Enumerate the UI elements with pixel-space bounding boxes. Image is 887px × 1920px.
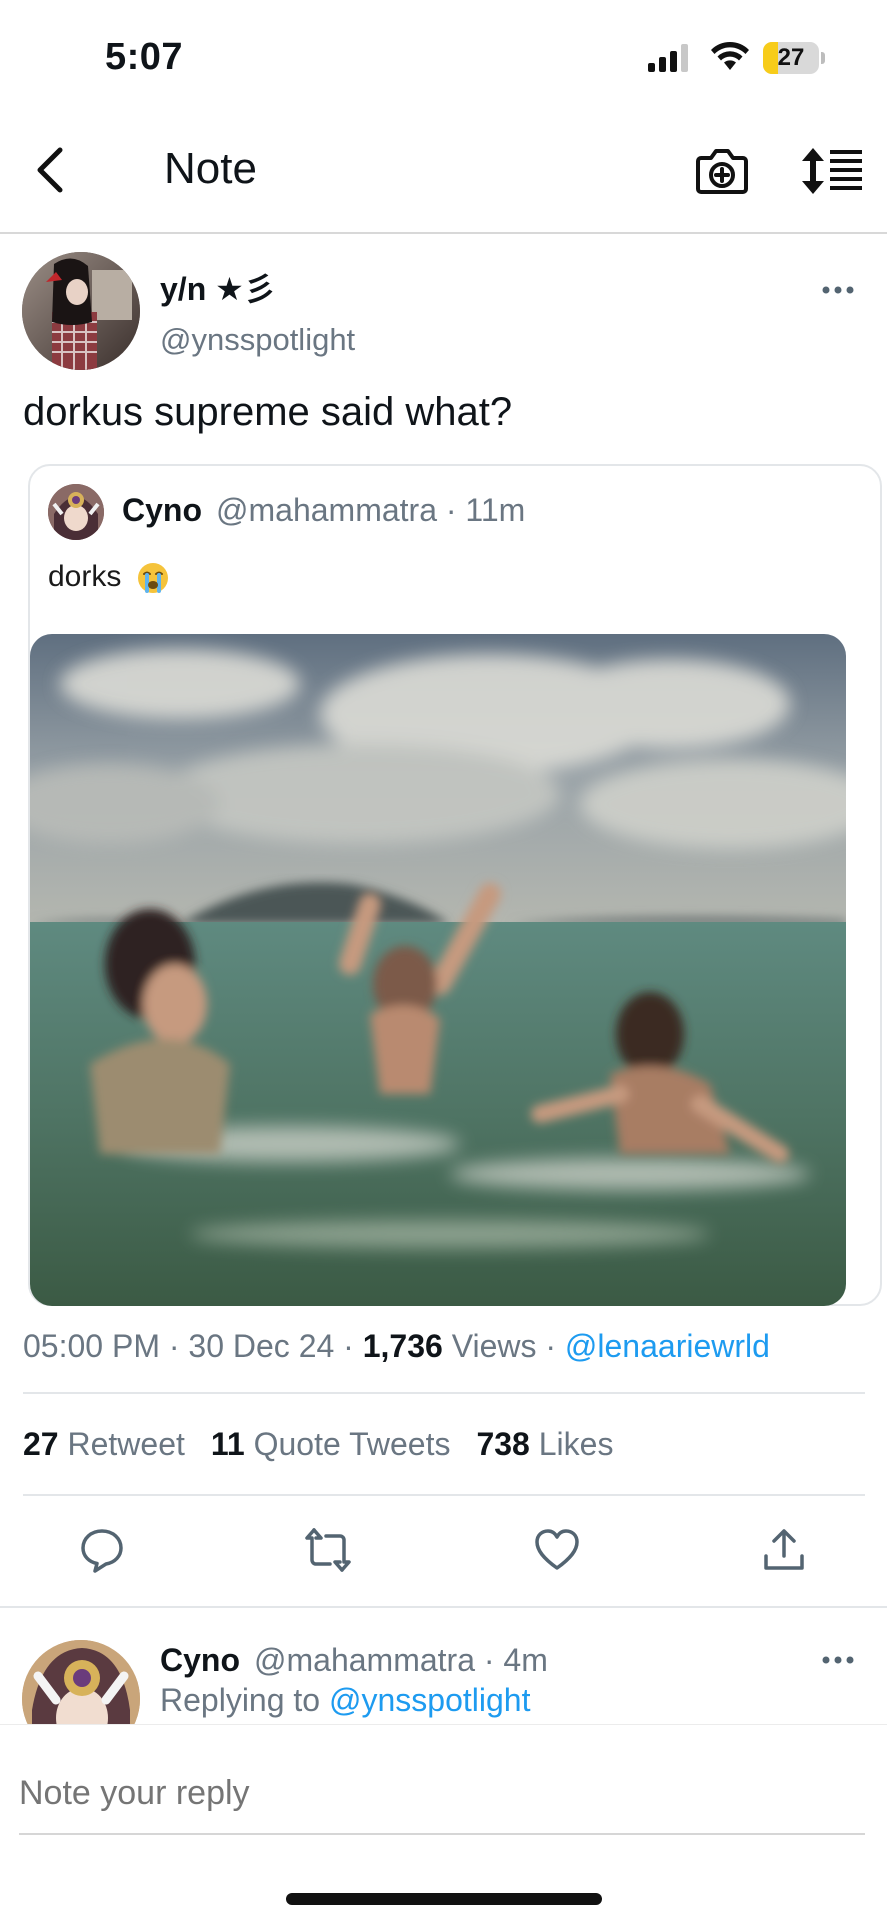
loudly-crying-face-icon xyxy=(137,563,168,594)
more-options-icon[interactable] xyxy=(818,1646,858,1674)
home-indicator[interactable] xyxy=(286,1893,602,1905)
quoted-text: dorks xyxy=(48,560,170,595)
divider xyxy=(23,1392,865,1394)
quoted-header: Cyno @mahammatra · 11m xyxy=(122,492,525,529)
camera-plus-icon[interactable] xyxy=(696,146,748,196)
quoted-photo[interactable] xyxy=(30,634,846,1306)
reply-composer xyxy=(0,1724,887,1920)
source-link[interactable]: @lenaariewrld xyxy=(565,1328,770,1364)
author-handle[interactable]: @ynsspotlight xyxy=(160,322,355,358)
avatar[interactable] xyxy=(22,252,140,370)
tweet-timestamp: 05:00 PM · 30 Dec 24 · xyxy=(23,1328,363,1364)
quoted-author-name[interactable]: Cyno xyxy=(122,492,202,528)
divider xyxy=(0,1606,887,1608)
status-bar: 5:07 27 xyxy=(0,0,887,110)
retweet-stat[interactable]: 27 Retweet xyxy=(23,1426,185,1462)
replying-to: Replying to @ynsspotlight xyxy=(160,1682,530,1719)
replying-to-label: Replying to xyxy=(160,1682,329,1718)
cellular-signal-icon xyxy=(648,44,688,72)
reply-header: Cyno @mahammatra · 4m xyxy=(160,1642,548,1679)
nav-bar: Note xyxy=(0,110,887,234)
quote-tweets-stat[interactable]: 11 Quote Tweets xyxy=(211,1426,451,1462)
reply-input[interactable] xyxy=(19,1765,865,1821)
quoted-tweet-card[interactable]: Cyno @mahammatra · 11m dorks xyxy=(28,464,882,1306)
quoted-text-body: dorks xyxy=(48,560,122,593)
likes-stat[interactable]: 738 Likes xyxy=(476,1426,613,1462)
page-title: Note xyxy=(164,144,257,193)
sort-list-icon[interactable] xyxy=(800,146,864,196)
tweet-stats: 27 Retweet 11 Quote Tweets 738 Likes xyxy=(23,1426,639,1463)
reply-author-name[interactable]: Cyno xyxy=(160,1642,240,1678)
quoted-avatar xyxy=(48,484,104,540)
more-options-icon[interactable] xyxy=(818,276,858,304)
tweet-text: dorkus supreme said what? xyxy=(23,390,513,434)
composer-underline xyxy=(19,1833,865,1835)
quoted-author-meta: @mahammatra · 11m xyxy=(216,492,526,528)
reply-author-meta: @mahammatra · 4m xyxy=(254,1642,548,1678)
replying-to-handle[interactable]: @ynsspotlight xyxy=(329,1682,530,1718)
chevron-left-icon[interactable] xyxy=(26,140,76,200)
retweet-icon[interactable] xyxy=(304,1526,352,1574)
tweet-meta: 05:00 PM · 30 Dec 24 · 1,736 Views · @le… xyxy=(23,1328,770,1365)
battery-level: 27 xyxy=(777,44,805,71)
battery-indicator: 27 xyxy=(763,42,825,74)
author-name[interactable]: y/n ★彡 xyxy=(160,264,276,310)
heart-icon[interactable] xyxy=(533,1526,581,1574)
wifi-icon xyxy=(711,41,749,70)
views-count: 1,736 xyxy=(362,1328,443,1364)
reply-icon[interactable] xyxy=(78,1526,126,1574)
status-time: 5:07 xyxy=(105,36,184,78)
share-icon[interactable] xyxy=(760,1526,808,1574)
views-label: Views · xyxy=(442,1328,565,1364)
divider xyxy=(23,1494,865,1496)
